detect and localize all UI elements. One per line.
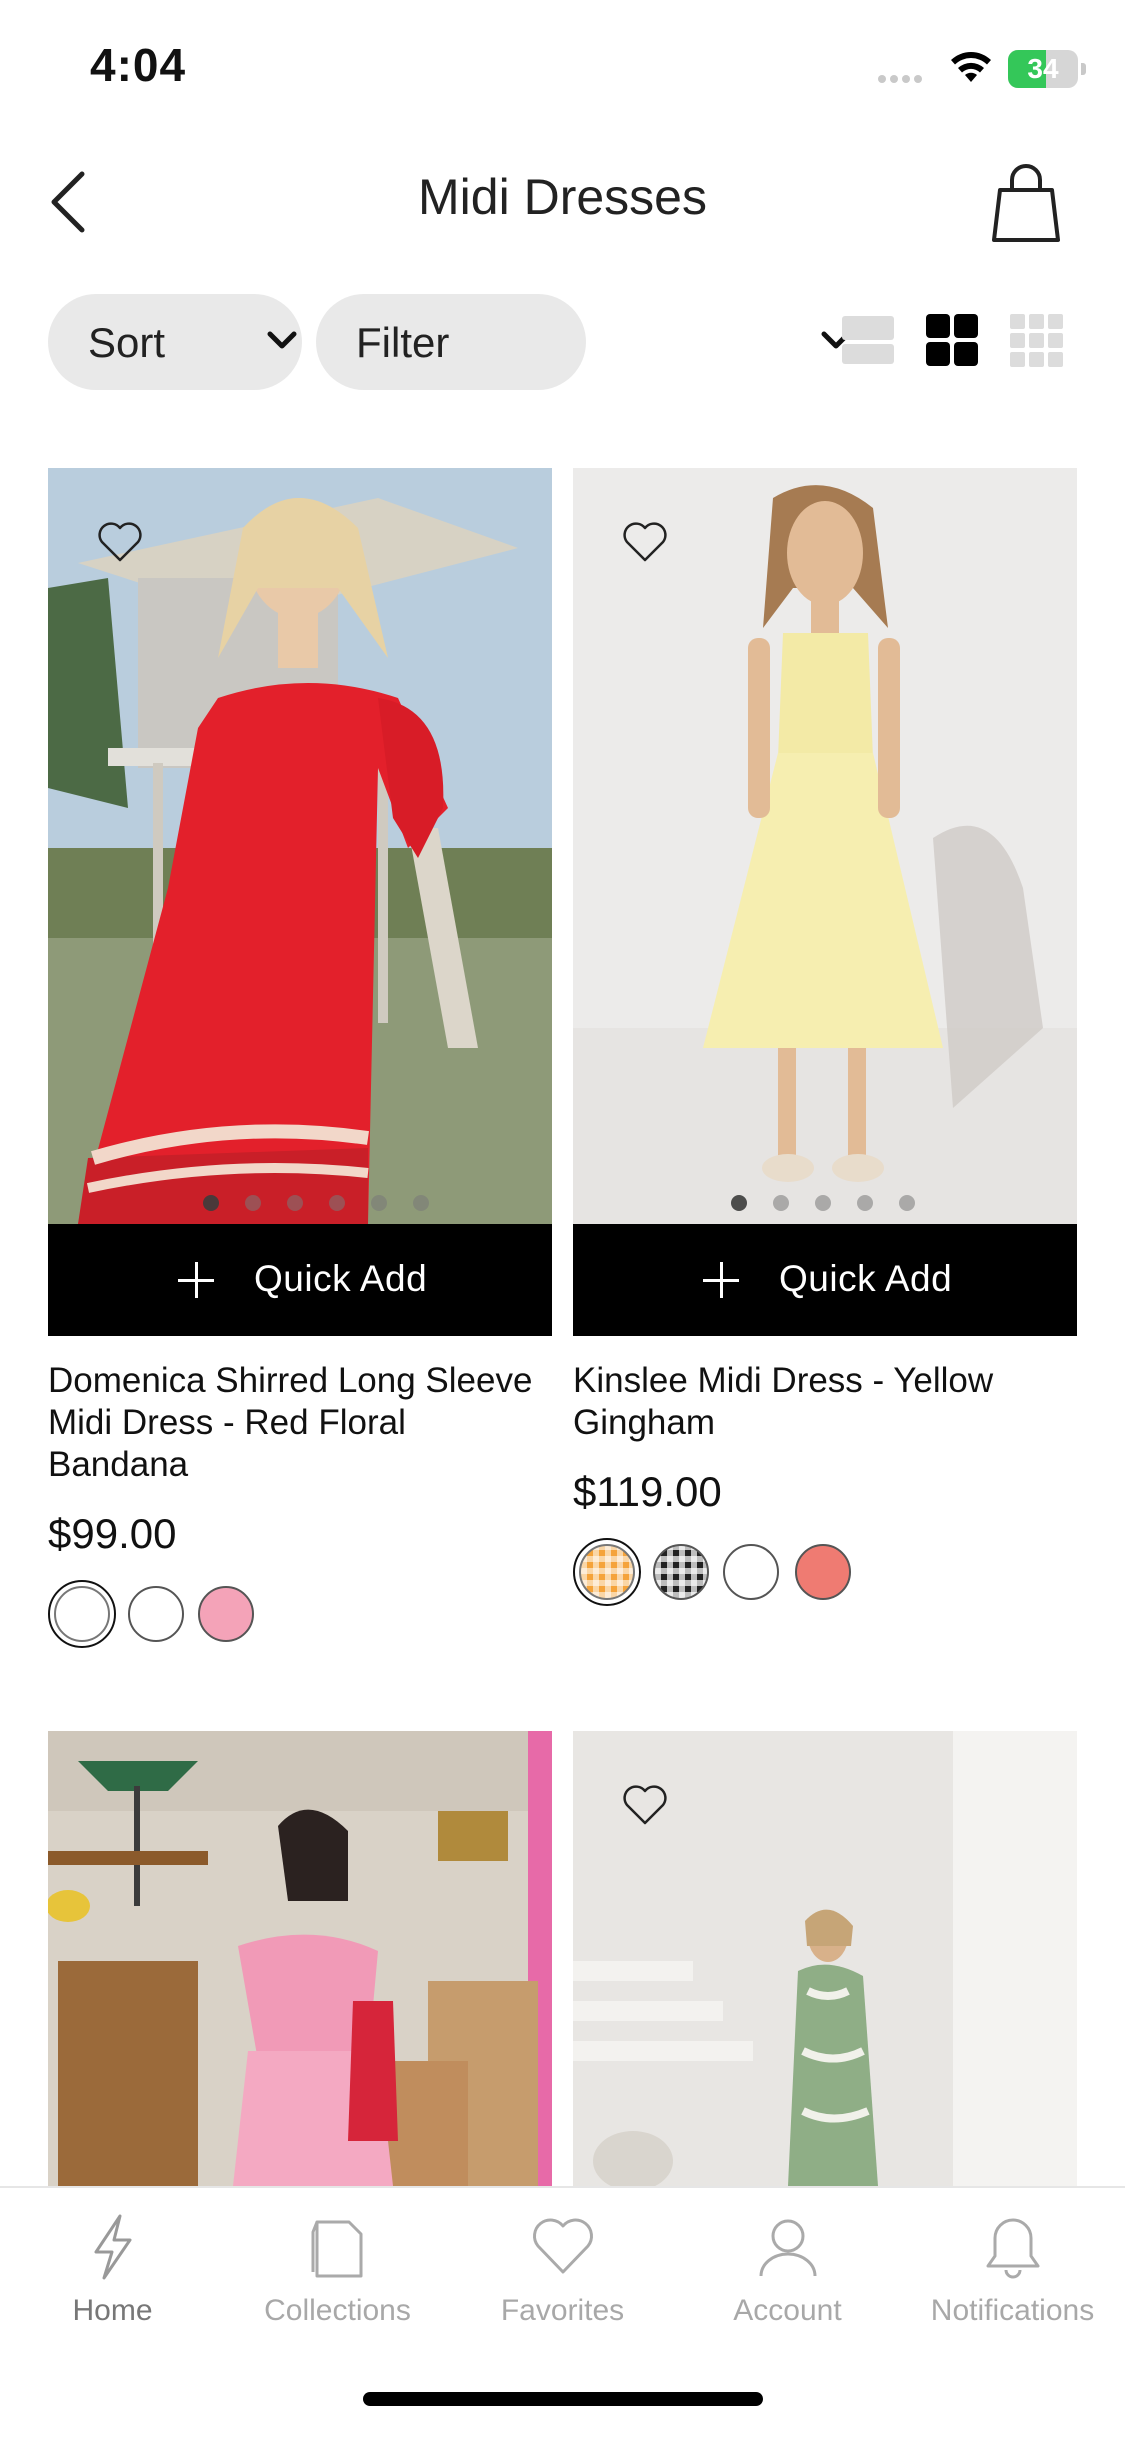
tab-label: Notifications [930,2294,1095,2327]
color-swatch-pink[interactable] [198,1586,254,1642]
sort-label: Sort [88,319,166,366]
bell-icon [986,2218,1040,2279]
color-swatch-black-gingham[interactable] [653,1544,709,1600]
tab-label: Account [733,2294,842,2327]
product-price: $119.00 [573,1468,722,1515]
signal-icon [878,70,934,84]
quick-add-button[interactable]: Quick Add [48,1224,552,1336]
status-bar: 4:04 34 [0,0,1125,140]
color-swatch-coral[interactable] [795,1544,851,1600]
page-title: Midi Dresses [418,169,707,225]
home-indicator [363,2392,763,2406]
product-image[interactable] [573,468,1077,1224]
color-swatch-white[interactable] [128,1586,184,1642]
product-name[interactable]: Domenica Shirred Long Sleeve Midi Dress … [48,1360,552,1486]
tab-label: Favorites [500,2294,625,2327]
chevron-down-icon [267,331,297,349]
product-name[interactable]: Kinslee Midi Dress - Yellow Gingham [573,1360,1077,1444]
lightning-icon [94,2214,132,2280]
battery-icon: 34 [1008,50,1086,88]
grid-2-view-icon[interactable] [924,312,980,368]
tab-account[interactable]: Account [675,2188,900,2358]
filter-label: Filter [356,319,450,366]
quick-add-button[interactable]: Quick Add [573,1224,1077,1336]
color-swatch-orange-gingham[interactable] [573,1538,641,1606]
wifi-icon [951,52,991,82]
filter-dropdown[interactable]: Filter [316,294,851,390]
tab-label: Home [72,2294,153,2327]
favorite-heart-icon[interactable] [621,520,669,564]
tab-home[interactable]: Home [0,2188,225,2358]
tab-notifications[interactable]: Notifications [900,2188,1125,2358]
heart-icon [533,2218,593,2274]
plus-icon [178,1262,214,1298]
status-time: 4:04 [90,39,187,91]
favorite-heart-icon[interactable] [621,1783,669,1827]
product-price: $99.00 [48,1510,177,1557]
product-image[interactable] [573,1731,1077,2186]
image-pager-dots [731,1195,941,1213]
sort-dropdown[interactable]: Sort [48,294,302,390]
color-swatch-white[interactable] [723,1544,779,1600]
color-swatch-white[interactable] [48,1580,116,1648]
quick-add-label: Quick Add [779,1258,953,1299]
grid-3-view-icon[interactable] [1008,312,1064,368]
product-image[interactable] [48,468,552,1224]
product-image[interactable] [48,1731,552,2186]
plus-icon [703,1262,739,1298]
tab-label: Collections [264,2294,411,2327]
battery-level: 34 [1027,53,1059,84]
image-pager-dots [203,1195,455,1213]
tab-favorites[interactable]: Favorites [450,2188,675,2358]
nav-header: Midi Dresses [0,140,1125,260]
shopping-bag-icon[interactable] [990,162,1062,244]
single-view-icon[interactable] [840,312,896,368]
tab-collections[interactable]: Collections [225,2188,450,2358]
favorite-heart-icon[interactable] [96,520,144,564]
quick-add-label: Quick Add [254,1258,428,1299]
collections-icon [311,2220,363,2278]
person-icon [759,2219,817,2277]
